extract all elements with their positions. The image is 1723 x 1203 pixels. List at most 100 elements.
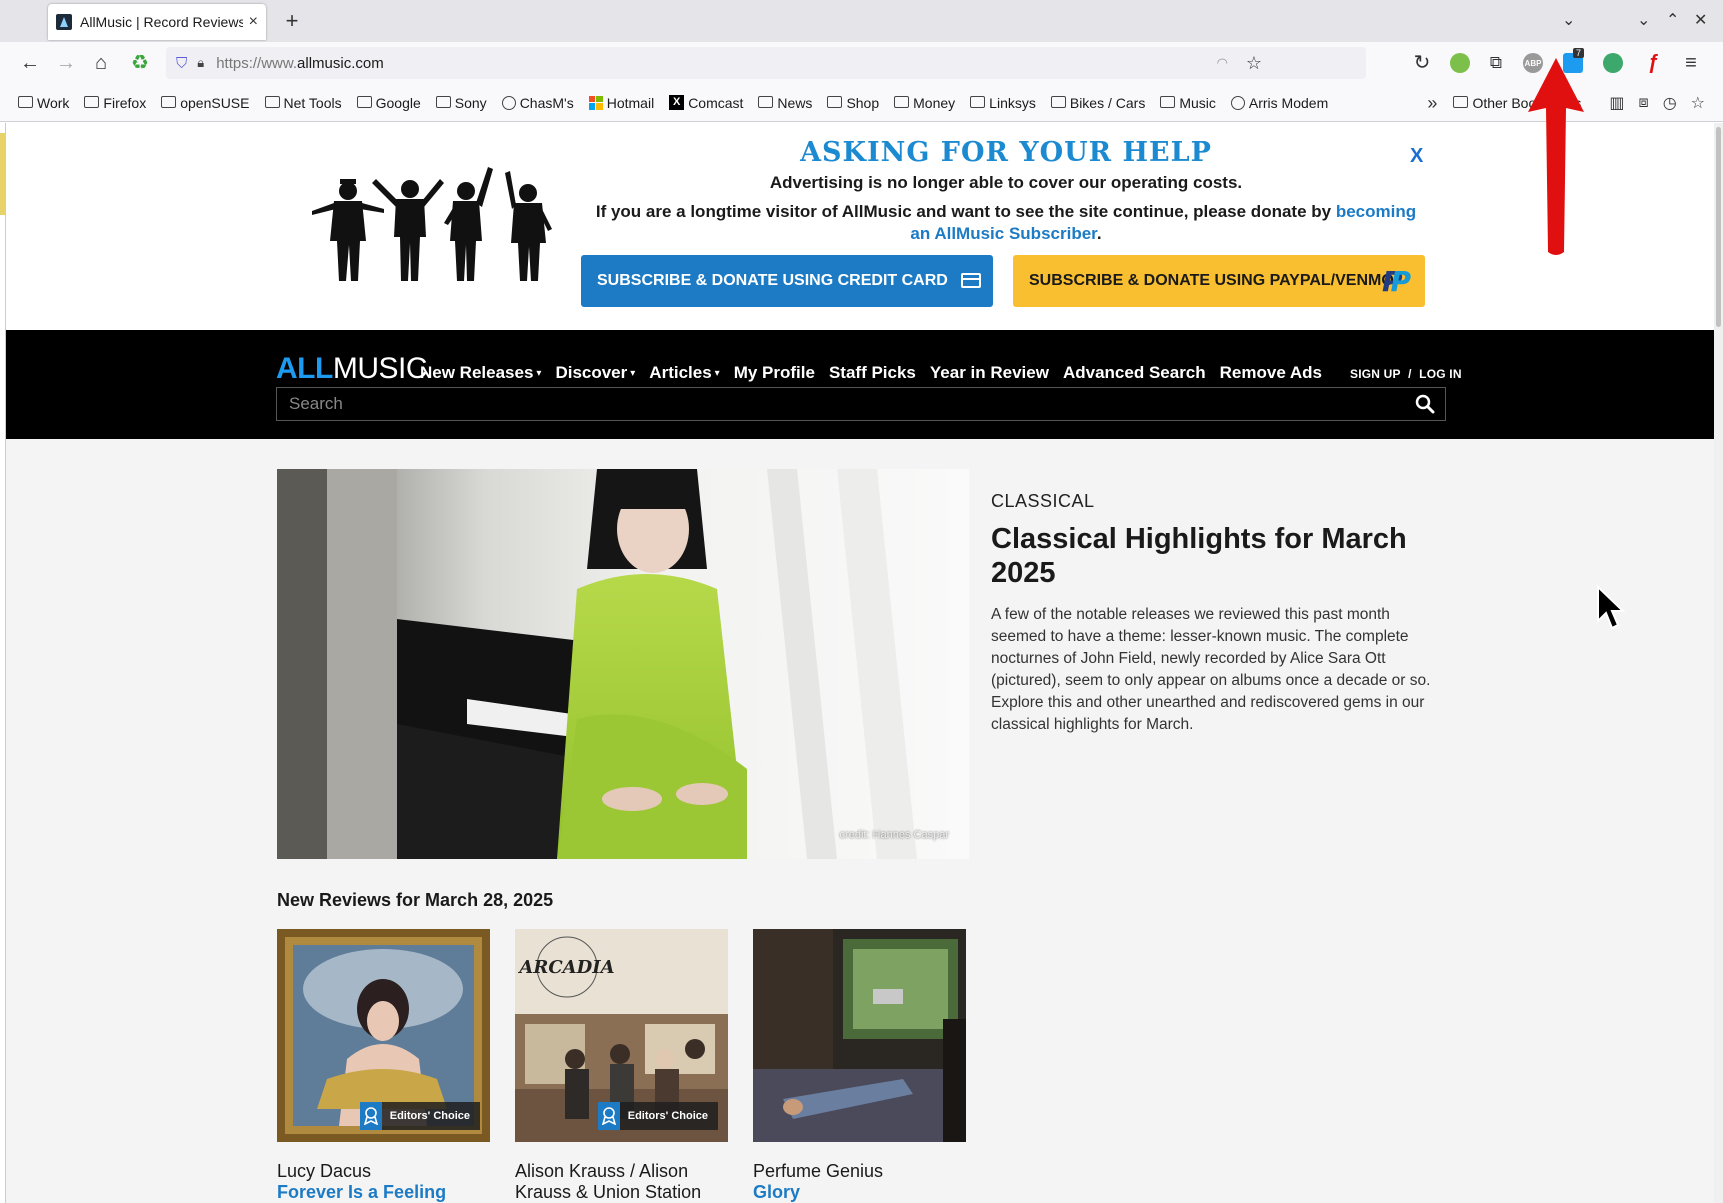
scrollbar-thumb[interactable] (1716, 127, 1721, 327)
maximize-icon[interactable]: ⌃ (1666, 10, 1679, 30)
bookmarks-menu-icon[interactable]: ☆ (1691, 93, 1705, 113)
lock-icon[interactable]: 🔒︎ (197, 55, 204, 71)
donate-paypal-button[interactable]: SUBSCRIBE & DONATE USING PAYPAL/VENMO PP (1013, 255, 1425, 307)
donate-message-2: If you are a longtime visitor of AllMusi… (586, 201, 1426, 245)
review-artist-2[interactable]: Alison Krauss / Alison Krauss & Union St… (515, 1161, 735, 1203)
recycle-extension-icon[interactable]: ♻ (128, 51, 152, 75)
editors-choice-label: Editors' Choice (389, 1110, 470, 1122)
bookmark-work[interactable]: Work (18, 95, 69, 111)
feature-image[interactable]: credit: Hannes Caspar (277, 469, 969, 859)
review-artist-1[interactable]: Lucy Dacus (277, 1161, 497, 1182)
log-in-link[interactable]: LOG IN (1419, 367, 1462, 381)
extension-green-icon[interactable] (1450, 53, 1470, 73)
review-artist-3[interactable]: Perfume Genius (753, 1161, 973, 1182)
reader-view-icon[interactable]: ◠ (1217, 55, 1228, 71)
donation-banner: ASKING FOR YOUR HELP X Advertising is no… (6, 123, 1714, 330)
more-bookmarks-chevron-icon[interactable]: » (1427, 93, 1437, 114)
list-all-tabs-icon[interactable]: ⌄ (1562, 10, 1575, 30)
allmusic-logo[interactable]: ALLMUSIC (276, 352, 428, 386)
bookmark-star-icon[interactable]: ☆ (1246, 53, 1262, 74)
back-icon[interactable]: ← (18, 51, 42, 75)
flash-extension-icon[interactable]: ƒ (1641, 51, 1665, 75)
donate-credit-card-label: SUBSCRIBE & DONATE USING CREDIT CARD (597, 272, 948, 289)
account-links: SIGN UP / LOG IN (1350, 367, 1462, 381)
x-icon: X (669, 95, 685, 110)
extensions-puzzle-icon[interactable]: ⧉ (1484, 51, 1508, 75)
nav-label: New Releases (420, 363, 534, 382)
bookmark-hotmail[interactable]: Hotmail (588, 95, 654, 111)
bookmark-label: Music (1179, 94, 1216, 111)
bookmark-shop[interactable]: Shop (827, 95, 879, 111)
album-cover-alison-krauss[interactable]: ARCADIA Editors' Choice (515, 929, 728, 1142)
nav-my-profile[interactable]: My Profile (734, 363, 815, 383)
forward-icon[interactable]: → (54, 51, 78, 75)
nav-articles[interactable]: Articles ▾ (649, 363, 719, 383)
folder-icon (435, 95, 451, 108)
feature-title[interactable]: Classical Highlights for March 2025 (991, 522, 1431, 590)
navigation-toolbar: ← → ⌂ ♻ ⛉ 🔒︎ https://www. allmusic.com ◠ … (0, 42, 1723, 84)
tracking-protection-shield-icon[interactable]: ⛉ (176, 55, 187, 72)
site-search-input[interactable] (289, 394, 1389, 414)
bookmark-chasm-s[interactable]: ChasM's (501, 95, 574, 111)
sign-up-link[interactable]: SIGN UP (1350, 367, 1401, 381)
donate-credit-card-button[interactable]: SUBSCRIBE & DONATE USING CREDIT CARD (581, 255, 993, 307)
bookmark-music[interactable]: Music (1160, 95, 1216, 111)
close-window-icon[interactable]: ✕ (1694, 10, 1707, 30)
page-scrollbar[interactable] (1714, 123, 1723, 1203)
bookmark-bikes-cars[interactable]: Bikes / Cars (1050, 95, 1145, 111)
nav-advanced-search[interactable]: Advanced Search (1063, 363, 1206, 383)
bookmark-label: Linksys (989, 94, 1036, 111)
bookmark-firefox[interactable]: Firefox (84, 95, 146, 111)
bookmark-arris-modem[interactable]: Arris Modem (1230, 94, 1329, 111)
bookmark-label: Firefox (103, 94, 147, 111)
review-album-1[interactable]: Forever Is a Feeling (277, 1182, 446, 1203)
history-icon[interactable]: ◷ (1663, 93, 1677, 113)
review-album-3[interactable]: Glory (753, 1182, 800, 1203)
tab-allmusic[interactable]: AllMusic | Record Reviews, × (48, 4, 266, 40)
bookmark-opensuse[interactable]: openSUSE (161, 94, 250, 111)
logo-all: ALL (276, 352, 333, 385)
nav-new-releases[interactable]: New Releases ▾ (420, 363, 541, 383)
bookmark-net-tools[interactable]: Net Tools (264, 94, 342, 111)
nav-label: Staff Picks (828, 363, 916, 382)
nav-staff-picks[interactable]: Staff Picks (829, 363, 916, 383)
bookmark-label: Net Tools (283, 94, 342, 111)
web-page: ASKING FOR YOUR HELP X Advertising is no… (6, 123, 1714, 1203)
minimize-icon[interactable]: ⌄ (1637, 10, 1650, 30)
donate-message-2-text: If you are a longtime visitor of AllMusi… (595, 202, 1336, 221)
nav-remove-ads[interactable]: Remove Ads (1220, 363, 1322, 383)
bookmark-label: openSUSE (180, 94, 250, 111)
search-icon[interactable] (1415, 394, 1435, 414)
tab-close-icon[interactable]: × (249, 13, 258, 31)
album-cover-lucy-dacus[interactable]: Editors' Choice (277, 929, 490, 1142)
sidebar-icon[interactable]: ▥ (1609, 93, 1624, 113)
editors-choice-badge: Editors' Choice (597, 1102, 718, 1130)
close-banner-button[interactable]: X (1410, 145, 1423, 168)
new-tab-button[interactable]: + (280, 8, 304, 34)
reload-icon[interactable]: ↻ (1410, 51, 1434, 75)
bookmark-news[interactable]: News (758, 95, 812, 111)
account-separator: / (1408, 367, 1412, 381)
alice-sara-ott-photo (277, 469, 969, 859)
folder-icon (264, 95, 280, 108)
bookmark-sony[interactable]: Sony (435, 95, 487, 111)
nav-discover[interactable]: Discover ▾ (555, 363, 635, 383)
site-nav-menu: New Releases ▾ Discover ▾ Articles ▾ My Profil… (420, 363, 1336, 383)
bookmark-google[interactable]: Google (356, 95, 421, 111)
hamburger-menu-icon[interactable]: ≡ (1679, 51, 1703, 75)
folder-icon (970, 95, 986, 108)
album-cover-perfume-genius[interactable] (753, 929, 966, 1142)
home-icon[interactable]: ⌂ (89, 51, 113, 75)
extension-circle-icon[interactable] (1603, 53, 1623, 73)
editors-choice-badge: Editors' Choice (359, 1102, 480, 1130)
synced-tabs-icon[interactable]: ⧈ (1639, 94, 1649, 112)
nav-label: Year in Review (929, 363, 1049, 382)
bookmark-money[interactable]: Money (894, 95, 955, 111)
url-bar[interactable]: ⛉ 🔒︎ https://www. allmusic.com ◠ ☆ (166, 47, 1366, 79)
bookmark-label: Arris Modem (1248, 94, 1329, 111)
microsoft-icon (588, 95, 603, 110)
bookmark-linksys[interactable]: Linksys (970, 95, 1036, 111)
nav-year-in-review[interactable]: Year in Review (930, 363, 1049, 383)
feature-genre[interactable]: CLASSICAL (991, 491, 1431, 512)
bookmark-comcast[interactable]: X Comcast (669, 95, 743, 111)
